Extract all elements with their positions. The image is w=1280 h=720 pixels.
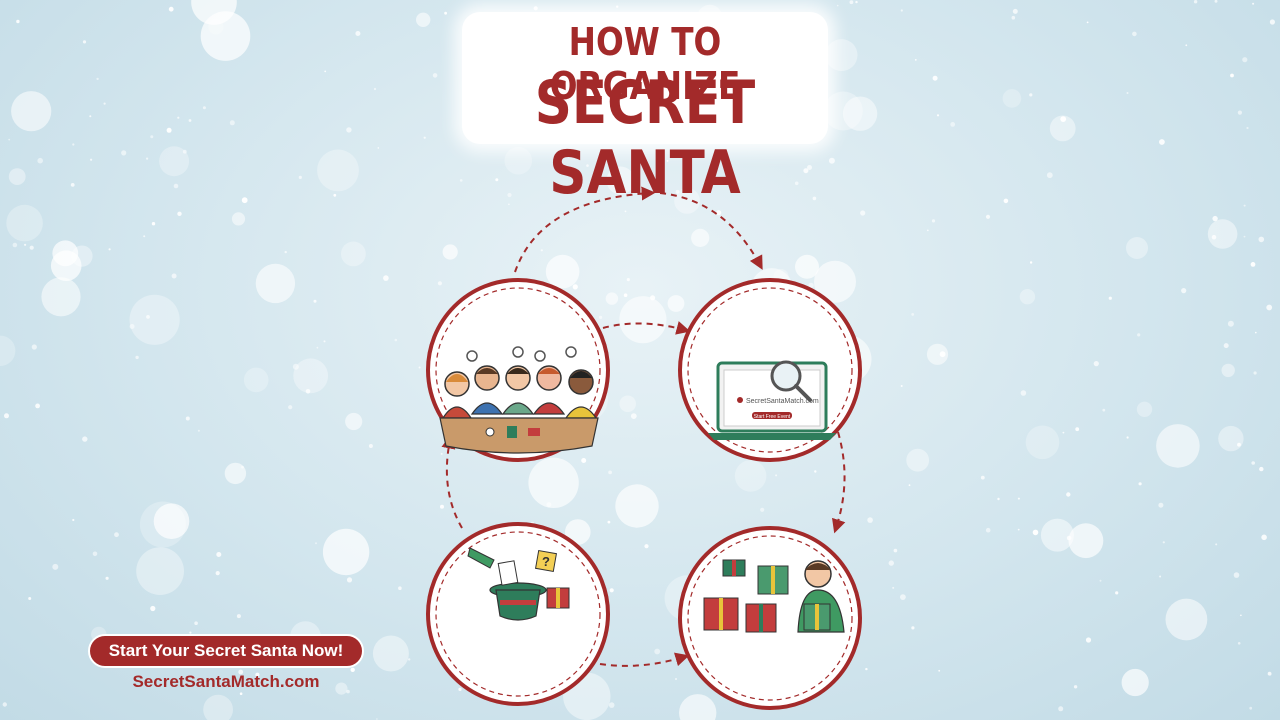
arrow-top-arc-2 xyxy=(659,192,763,270)
arrow-step4-to-step3 xyxy=(599,652,690,667)
step-1-gather-group xyxy=(426,278,610,462)
start-secret-santa-button[interactable]: Start Your Secret Santa Now! xyxy=(88,634,364,668)
step-4-draw-names: ? xyxy=(426,522,610,706)
svg-text:?: ? xyxy=(542,554,550,569)
arrow-step1-to-step2 xyxy=(602,321,691,335)
arrow-step2-to-step3 xyxy=(832,431,846,534)
process-diagram: SecretSantaMatch.com Start Free Event ? xyxy=(426,186,862,710)
arrow-step4-to-step1 xyxy=(441,434,463,529)
screen-button-text: Start Free Event xyxy=(754,414,791,420)
website-url: SecretSantaMatch.com xyxy=(132,672,320,691)
step-3-exchange-gifts xyxy=(678,526,862,710)
arrow-top-arc xyxy=(514,186,656,273)
step-2-use-website: SecretSantaMatch.com Start Free Event xyxy=(678,278,862,462)
